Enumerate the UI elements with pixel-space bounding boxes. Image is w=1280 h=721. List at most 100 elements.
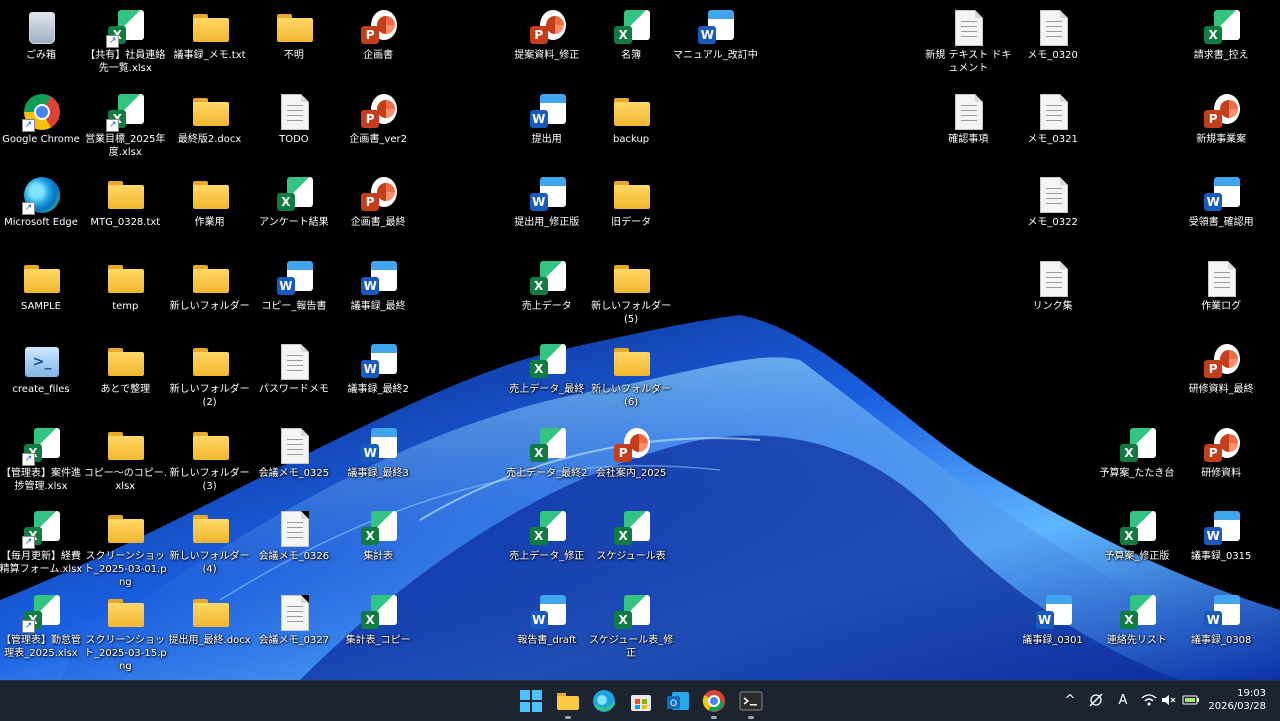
desktop-icon[interactable]: X 連絡先リスト [1096, 588, 1178, 670]
desktop-icon[interactable]: 新しいフォルダー(6) [590, 337, 672, 419]
desktop-icon[interactable]: X 請求書_控え [1180, 3, 1262, 85]
desktop-icon[interactable]: コピー～のコピー.xlsx [84, 421, 167, 503]
desktop-icon[interactable]: X 売上データ_修正 [506, 504, 588, 586]
desktop-icon[interactable]: あとで整理 [84, 337, 166, 419]
desktop-icon[interactable]: 議事録_メモ.txt [169, 3, 251, 85]
desktop-icon[interactable]: X 売上データ [506, 254, 588, 336]
desktop-icon[interactable]: W 議事録_最終 [337, 254, 419, 336]
ime-indicator[interactable]: A [1114, 693, 1132, 709]
desktop-icon[interactable]: X 集計表 [337, 504, 419, 586]
desktop-icon[interactable]: 確認事項 [927, 87, 1009, 169]
desktop-icon-label: 最終版2.docx [177, 133, 242, 145]
location-off-icon[interactable] [1087, 693, 1105, 712]
desktop-icon[interactable]: P 企画書_ver2 [337, 87, 419, 169]
store-button[interactable] [629, 689, 653, 713]
powerpoint-file-icon: P [359, 92, 399, 132]
desktop-icon[interactable]: 会議メモ_0327 [253, 588, 335, 670]
wifi-icon[interactable] [1140, 693, 1158, 712]
desktop-icon[interactable]: 旧データ [590, 170, 672, 252]
clock[interactable]: 19:03 2026/03/28 [1196, 687, 1266, 713]
start-button[interactable] [519, 689, 543, 713]
desktop-icon[interactable]: ↗ Google Chrome [0, 87, 82, 169]
desktop-icon[interactable]: 新しいフォルダー(2) [169, 337, 251, 419]
desktop-icon[interactable]: W 議事録_最終2 [337, 337, 419, 419]
desktop-icon[interactable]: メモ_0322 [1012, 170, 1094, 252]
outlook-button[interactable]: O [666, 689, 690, 713]
desktop-icon[interactable]: W 提出用 [506, 87, 588, 169]
desktop-icon-label: backup [613, 133, 650, 145]
desktop-icon[interactable]: W 報告書_draft [506, 588, 588, 670]
desktop-icon[interactable]: 新しいフォルダー [169, 254, 251, 336]
desktop-icon[interactable]: P 研修資料 [1180, 421, 1262, 503]
desktop-icon[interactable]: X 売上データ_最終 [506, 337, 588, 419]
desktop-icon[interactable]: W 議事録_0315 [1180, 504, 1262, 586]
powerpoint-file-icon: P [359, 175, 399, 215]
desktop-icon[interactable]: TODO [253, 87, 335, 169]
desktop-icon[interactable]: SAMPLE [0, 254, 82, 336]
desktop-icon[interactable]: リンク集 [1012, 254, 1094, 336]
desktop-icon[interactable]: 作業ログ [1180, 254, 1262, 336]
desktop-icon[interactable]: 提出用_最終.docx [169, 588, 251, 670]
desktop-icon[interactable]: X 名簿 [590, 3, 672, 85]
desktop-icon[interactable]: W コピー_報告書 [253, 254, 335, 336]
desktop-icon-label: 新しいフォルダー(5) [591, 300, 672, 325]
desktop-icon[interactable]: X↗【管理表】勤怠管理表_2025.xlsx [0, 588, 82, 670]
desktop-icon[interactable]: P 企画書_最終 [337, 170, 419, 252]
desktop-icon-image [191, 593, 231, 633]
desktop-icon[interactable]: P 企画書 [337, 3, 419, 85]
desktop-icon[interactable]: X 予算案_修正版 [1096, 504, 1178, 586]
desktop-icon[interactable]: temp [84, 254, 166, 336]
volume-muted-icon[interactable] [1160, 693, 1178, 712]
desktop-icon[interactable]: ↗ Microsoft Edge [0, 170, 82, 252]
desktop-icon[interactable]: パスワードメモ [253, 337, 335, 419]
desktop-icon[interactable]: W 議事録_0308 [1180, 588, 1262, 670]
edge-button[interactable] [592, 689, 616, 713]
desktop-icon[interactable]: 新しいフォルダー(3) [169, 421, 251, 503]
desktop-icon[interactable]: メモ_0321 [1012, 87, 1094, 169]
desktop-icon[interactable]: 新しいフォルダー(4) [169, 504, 251, 586]
desktop-icon[interactable]: W 議事録_0301 [1012, 588, 1094, 670]
desktop-icon[interactable]: 会議メモ_0325 [253, 421, 335, 503]
file-explorer-button[interactable] [556, 689, 580, 713]
desktop-icon[interactable]: 会議メモ_0326 [253, 504, 335, 586]
desktop-icon[interactable]: 不明 [253, 3, 335, 85]
desktop-icon[interactable]: 新規 テキスト ドキュメント [925, 3, 1011, 85]
desktop-icon[interactable]: X↗【共有】社員連絡先一覧.xlsx [84, 3, 166, 85]
desktop-icon[interactable]: >_ create_files [0, 337, 82, 419]
desktop-icon[interactable]: スクリーンショット_2025-03-01.png [84, 504, 167, 588]
desktop-icon[interactable]: X スケジュール表_修正 [589, 588, 673, 670]
desktop-icon[interactable]: メモ_0320 [1012, 3, 1094, 85]
desktop-icon[interactable]: X 集計表_コピー [337, 588, 419, 670]
desktop-icon[interactable]: ごみ箱 [0, 3, 82, 85]
desktop-icon[interactable]: 新しいフォルダー(5) [590, 254, 672, 336]
desktop-icon[interactable]: X↗営業目標_2025年度.xlsx [84, 87, 166, 169]
desktop-icon-label: リンク集 [1032, 300, 1073, 312]
desktop-icon[interactable]: X アンケート結果 [253, 170, 335, 252]
desktop-icon[interactable]: 作業用 [169, 170, 251, 252]
desktop-icon[interactable]: スクリーンショット_2025-03-15.png [84, 588, 167, 672]
desktop-icon[interactable]: X スケジュール表 [590, 504, 672, 586]
desktop-icon[interactable]: P 研修資料_最終 [1180, 337, 1262, 419]
desktop-icon[interactable]: W 提出用_修正版 [506, 170, 588, 252]
desktop-icon[interactable]: backup [590, 87, 672, 169]
desktop-icon[interactable]: MTG_0328.txt [84, 170, 166, 252]
chrome-button[interactable] [702, 689, 726, 713]
desktop-icon-image [1202, 259, 1242, 299]
desktop-icon[interactable]: X↗【管理表】案件進捗管理.xlsx [0, 421, 82, 503]
terminal-button[interactable] [739, 689, 763, 713]
desktop-icon[interactable]: X 予算案_たたき台 [1096, 421, 1178, 503]
show-hidden-icons-chevron[interactable]: ^ [1061, 693, 1079, 709]
desktop-icon[interactable]: P 提案資料_修正 [506, 3, 588, 85]
desktop-icon[interactable]: P 会社案内_2025 [590, 421, 672, 503]
desktop-icon-image [22, 8, 62, 48]
desktop-icon[interactable]: X 売上データ_最終2 [506, 421, 588, 503]
desktop-icon[interactable]: P 新規事業案 [1180, 87, 1262, 169]
desktop-icon[interactable]: W 議事録_最終3 [337, 421, 419, 503]
desktop-icon-label: create_files [12, 384, 70, 395]
desktop-icon-label: 不明 [283, 50, 304, 61]
desktop-icon[interactable]: X↗【毎月更新】経費精算フォーム.xlsx [0, 504, 82, 586]
desktop-icon[interactable]: W 受領書_確認用 [1180, 170, 1262, 252]
desktop-icon[interactable]: 最終版2.docx [169, 87, 251, 169]
desktop-icon[interactable]: W マニュアル_改訂中 [673, 3, 758, 85]
taskbar: O ^ A 19:03 2026/03/28 [0, 680, 1280, 721]
